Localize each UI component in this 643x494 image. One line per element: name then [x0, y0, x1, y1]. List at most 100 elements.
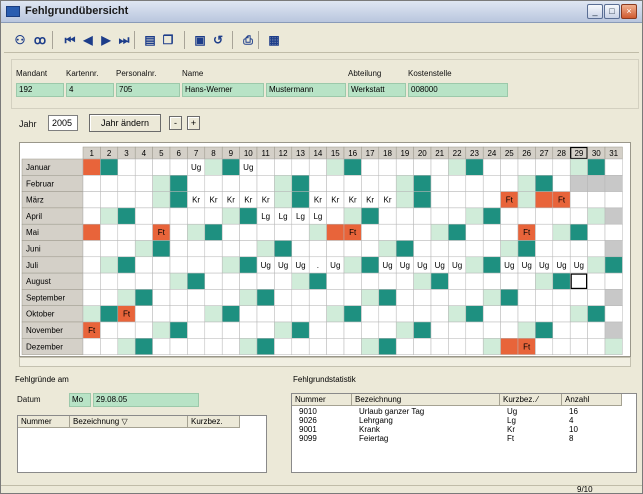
print-icon[interactable]: ⎙: [240, 32, 256, 48]
day-cell[interactable]: [552, 289, 571, 306]
day-cell[interactable]: [274, 321, 293, 339]
day-cell[interactable]: [482, 207, 501, 225]
day-cell[interactable]: [430, 321, 449, 339]
day-cell[interactable]: [152, 289, 171, 306]
day-cell[interactable]: [448, 240, 467, 258]
day-cell[interactable]: [343, 289, 362, 306]
day-cell[interactable]: [308, 175, 327, 192]
day-cell[interactable]: [82, 305, 101, 323]
day-cell[interactable]: [187, 305, 206, 323]
day-cell[interactable]: [291, 272, 310, 290]
day-cell[interactable]: [587, 256, 606, 274]
day-cell[interactable]: [378, 321, 397, 339]
day-cell[interactable]: [517, 272, 536, 290]
day-cell[interactable]: [413, 191, 432, 209]
day-cell[interactable]: [204, 175, 223, 192]
day-cell[interactable]: [291, 223, 310, 241]
day-cell[interactable]: [361, 207, 380, 225]
day-cell[interactable]: [482, 272, 501, 290]
day-cell[interactable]: [517, 175, 536, 192]
day-cell[interactable]: [482, 321, 501, 339]
day-cell[interactable]: [465, 191, 484, 209]
day-cell[interactable]: [587, 158, 606, 176]
day-cell[interactable]: [395, 175, 414, 192]
day-cell[interactable]: [361, 289, 380, 306]
day-cell[interactable]: [117, 256, 136, 274]
day-cell[interactable]: [413, 175, 432, 192]
day-cell[interactable]: [100, 256, 119, 274]
day-cell[interactable]: [569, 240, 588, 258]
export-icon[interactable]: ▦: [266, 32, 282, 48]
day-cell[interactable]: [100, 175, 119, 192]
day-cell[interactable]: [517, 305, 536, 323]
day-cell[interactable]: [239, 289, 258, 306]
kostenstelle-field[interactable]: 008000: [408, 83, 508, 97]
first-record-icon[interactable]: ⏮: [62, 32, 78, 48]
day-cell[interactable]: [378, 272, 397, 290]
day-cell[interactable]: [204, 338, 223, 355]
day-cell[interactable]: [134, 240, 153, 258]
day-cell[interactable]: [361, 321, 380, 339]
day-cell[interactable]: [465, 223, 484, 241]
day-cell[interactable]: [378, 158, 397, 176]
day-cell[interactable]: [430, 175, 449, 192]
day-cell[interactable]: [587, 305, 606, 323]
day-cell[interactable]: [187, 207, 206, 225]
day-cell[interactable]: [187, 175, 206, 192]
day-cell[interactable]: [274, 338, 293, 355]
day-cell[interactable]: [604, 223, 623, 241]
day-cell[interactable]: [569, 207, 588, 225]
day-cell[interactable]: [378, 305, 397, 323]
day-cell[interactable]: [221, 175, 240, 192]
day-cell[interactable]: [152, 338, 171, 355]
day-cell[interactable]: [152, 240, 171, 258]
day-cell[interactable]: [100, 240, 119, 258]
day-cell[interactable]: [239, 321, 258, 339]
day-cell[interactable]: [100, 289, 119, 306]
day-cell[interactable]: [361, 305, 380, 323]
day-cell[interactable]: [221, 305, 240, 323]
day-cell[interactable]: [535, 158, 554, 176]
day-cell[interactable]: [274, 191, 293, 209]
day-cell[interactable]: [204, 256, 223, 274]
day-cell[interactable]: [378, 207, 397, 225]
day-cell[interactable]: [378, 240, 397, 258]
vorname-field[interactable]: Hans-Werner: [182, 83, 264, 97]
copy-record-icon[interactable]: ❐: [160, 32, 176, 48]
day-cell[interactable]: [395, 158, 414, 176]
day-cell[interactable]: [361, 158, 380, 176]
col-bezeichnung[interactable]: Bezeichnung ▽: [70, 416, 188, 428]
day-cell[interactable]: [100, 207, 119, 225]
kartennr-field[interactable]: 4: [66, 83, 114, 97]
day-cell[interactable]: [134, 321, 153, 339]
day-cell[interactable]: [413, 207, 432, 225]
day-cell[interactable]: [569, 223, 588, 241]
day-cell[interactable]: [187, 223, 206, 241]
day-cell[interactable]: [291, 175, 310, 192]
day-cell[interactable]: [395, 338, 414, 355]
undo-icon[interactable]: ↺: [210, 32, 226, 48]
day-cell[interactable]: [117, 272, 136, 290]
maximize-button[interactable]: □: [604, 4, 620, 19]
day-cell[interactable]: [221, 207, 240, 225]
day-cell[interactable]: [413, 272, 432, 290]
day-cell[interactable]: [326, 289, 345, 306]
day-cell[interactable]: [256, 321, 275, 339]
day-cell[interactable]: [152, 191, 171, 209]
day-cell[interactable]: [169, 272, 188, 290]
prev-record-icon[interactable]: ◀: [80, 32, 96, 48]
day-cell[interactable]: [343, 338, 362, 355]
day-cell[interactable]: [430, 272, 449, 290]
day-cell[interactable]: [378, 223, 397, 241]
day-cell[interactable]: [100, 338, 119, 355]
day-cell[interactable]: [500, 305, 519, 323]
day-cell[interactable]: [552, 321, 571, 339]
day-cell[interactable]: [569, 158, 588, 176]
day-cell[interactable]: [361, 175, 380, 192]
day-cell[interactable]: [326, 321, 345, 339]
abteilung-field[interactable]: Werkstatt: [348, 83, 406, 97]
day-cell[interactable]: [100, 158, 119, 176]
day-cell[interactable]: [587, 207, 606, 225]
day-cell[interactable]: [274, 223, 293, 241]
next-record-icon[interactable]: ▶: [98, 32, 114, 48]
